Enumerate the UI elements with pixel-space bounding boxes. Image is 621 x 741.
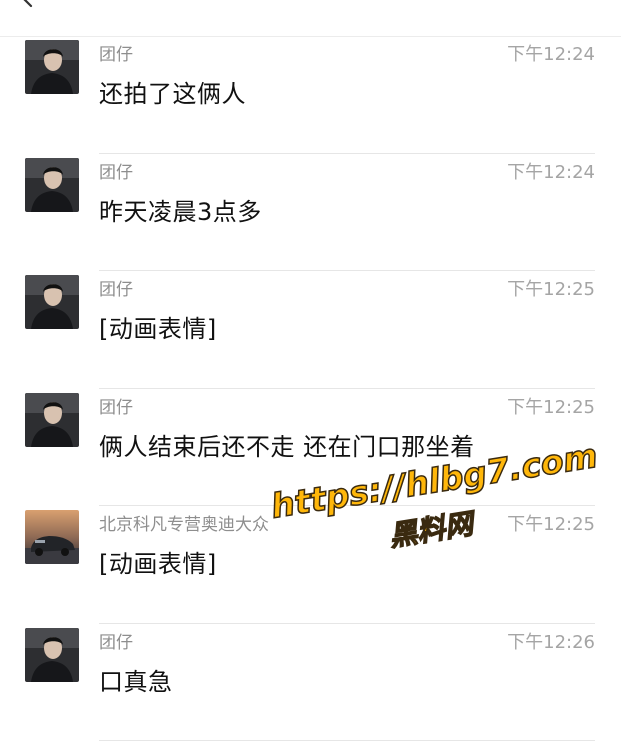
sender-name: 北京科凡专营奥迪大众 <box>99 510 269 535</box>
person-avatar[interactable] <box>25 158 79 212</box>
top-bar <box>0 0 621 37</box>
person-avatar[interactable] <box>25 628 79 682</box>
message-time: 下午12:26 <box>507 628 595 654</box>
message-time: 下午12:24 <box>507 158 595 184</box>
message-time: 下午12:25 <box>507 510 595 536</box>
message-item[interactable]: 团仔 下午12:24 还拍了这俩人 <box>0 36 621 154</box>
car-avatar[interactable] <box>25 510 79 564</box>
sender-name: 团仔 <box>99 275 133 300</box>
person-avatar[interactable] <box>25 275 79 329</box>
person-avatar[interactable] <box>25 393 79 447</box>
message-item[interactable]: 团仔 下午12:26 口真急 <box>0 624 621 741</box>
message-text: 还拍了这俩人 <box>99 74 246 109</box>
sender-name: 团仔 <box>99 40 133 65</box>
message-list: 团仔 下午12:24 还拍了这俩人 团仔 下午12:24 昨天凌晨3点多 <box>0 36 621 741</box>
message-text: 口真急 <box>99 662 173 697</box>
message-item[interactable]: 团仔 下午12:24 昨天凌晨3点多 <box>0 154 621 272</box>
message-text: [动画表情] <box>99 309 217 344</box>
message-time: 下午12:25 <box>507 275 595 301</box>
sender-name: 团仔 <box>99 393 133 418</box>
message-item[interactable]: 北京科凡专营奥迪大众 下午12:25 [动画表情] <box>0 506 621 624</box>
message-text: [动画表情] <box>99 544 217 579</box>
message-time: 下午12:25 <box>507 393 595 419</box>
message-time: 下午12:24 <box>507 40 595 66</box>
chevron-left-icon[interactable] <box>16 0 38 8</box>
message-text: 俩人结束后还不走 还在门口那坐着 <box>99 427 475 462</box>
message-text: 昨天凌晨3点多 <box>99 192 262 227</box>
person-avatar[interactable] <box>25 40 79 94</box>
sender-name: 团仔 <box>99 628 133 653</box>
sender-name: 团仔 <box>99 158 133 183</box>
message-item[interactable]: 团仔 下午12:25 俩人结束后还不走 还在门口那坐着 <box>0 389 621 507</box>
message-item[interactable]: 团仔 下午12:25 [动画表情] <box>0 271 621 389</box>
